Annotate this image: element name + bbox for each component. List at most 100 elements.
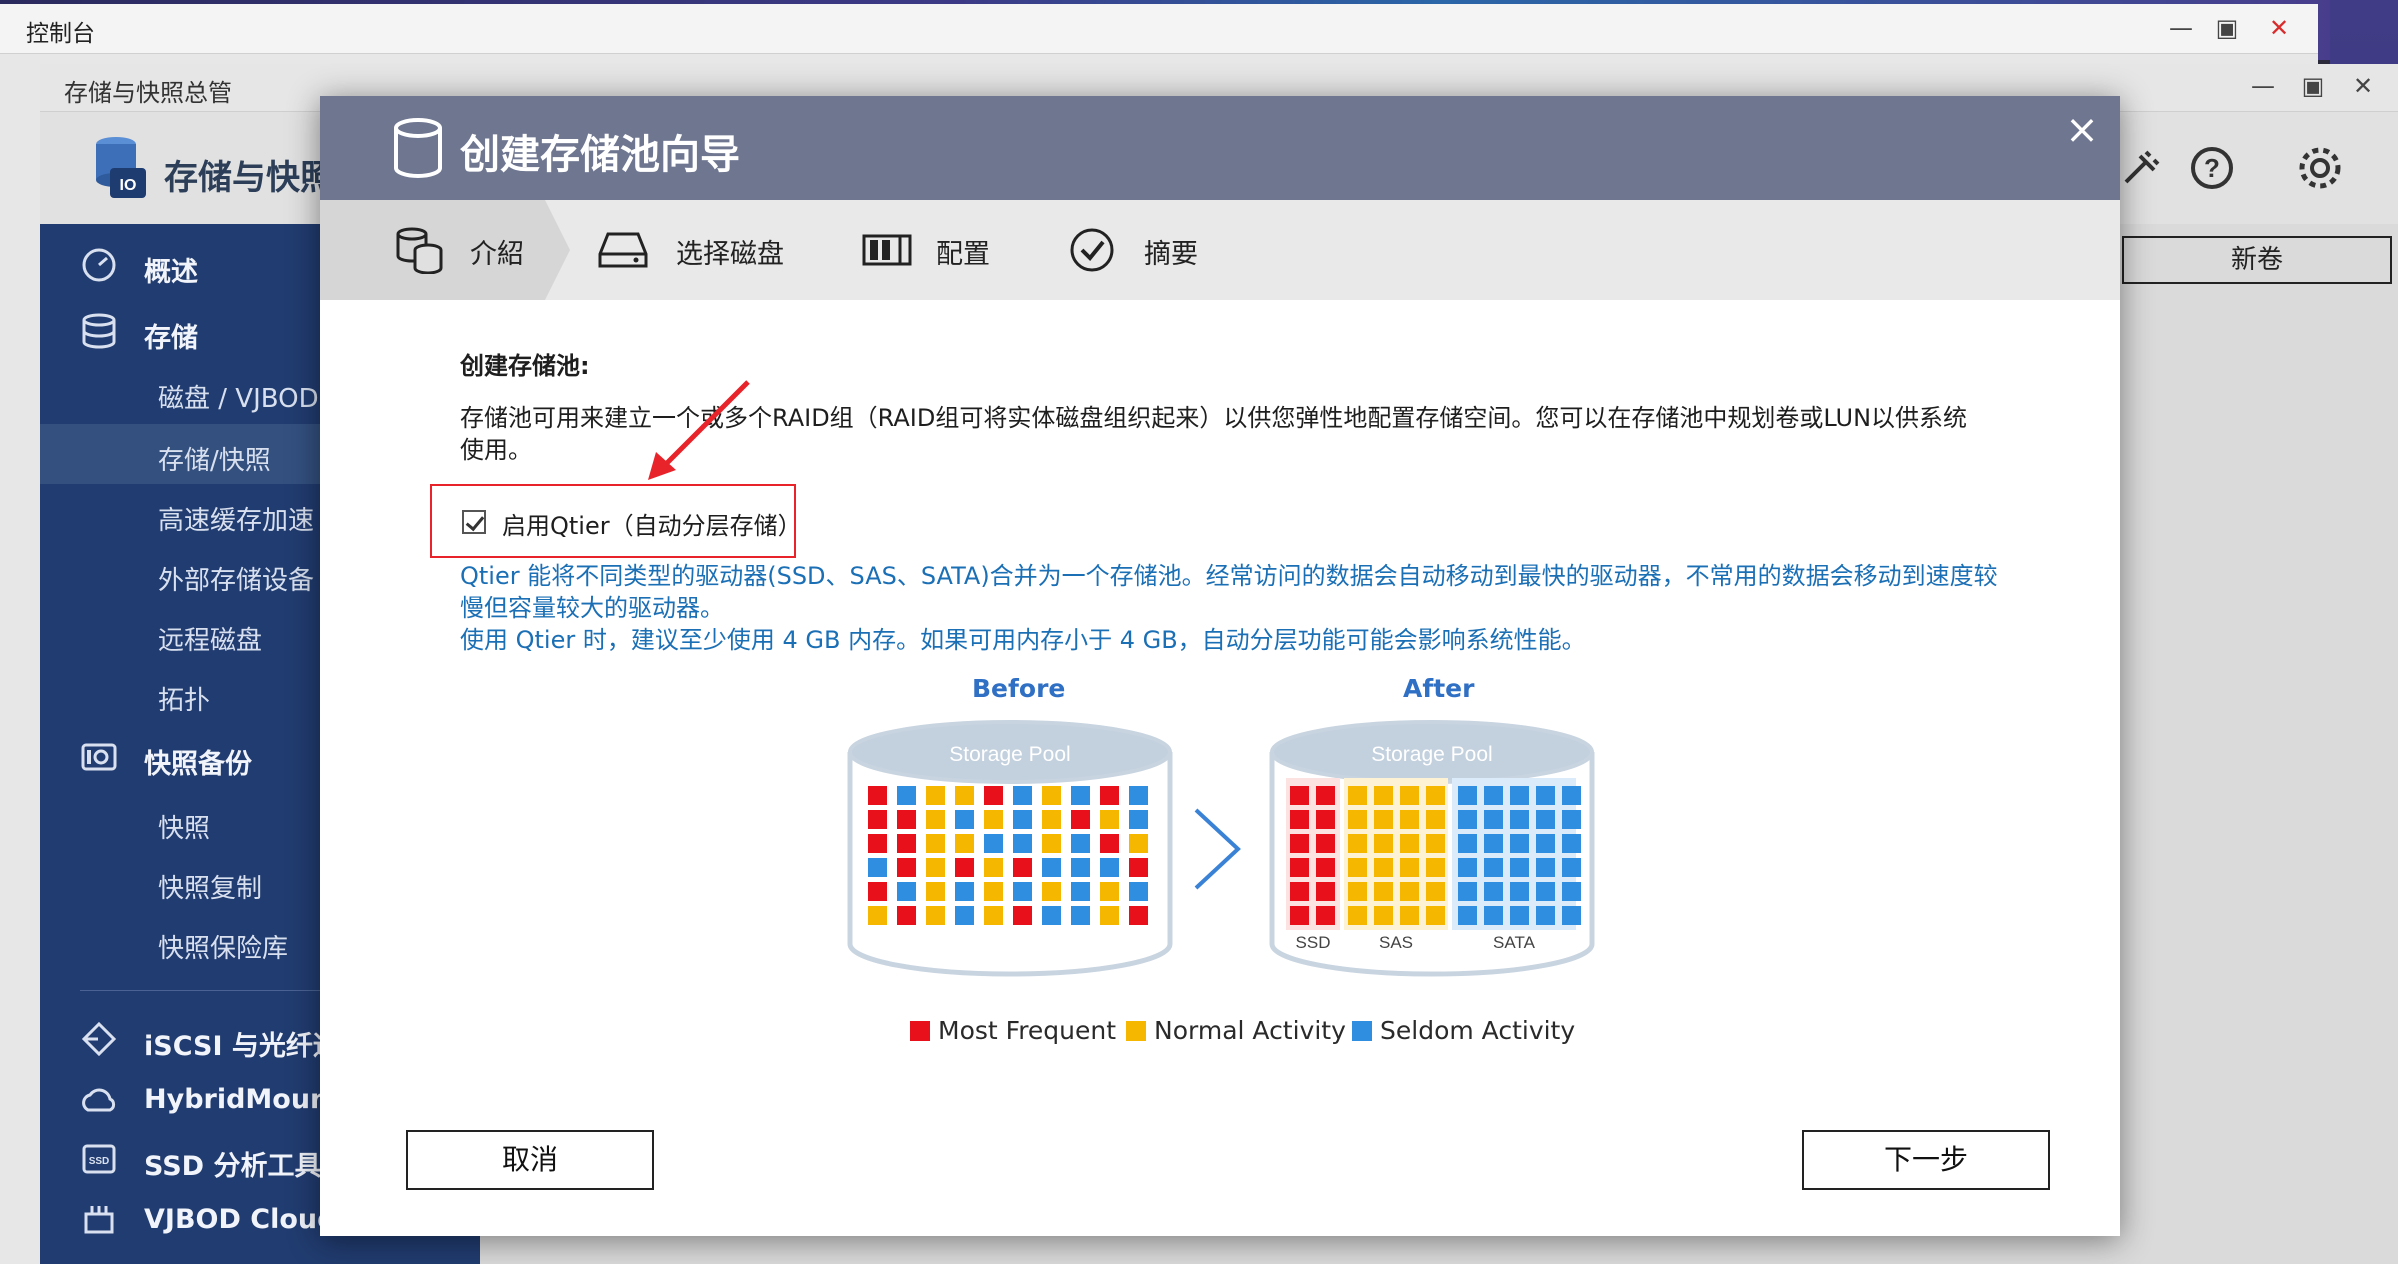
- tier-label-ssd: SSD: [1296, 933, 1331, 952]
- drive-cell: [1348, 834, 1367, 853]
- drive-cell: [1129, 834, 1148, 853]
- drive-cell: [868, 810, 887, 829]
- drive-cell: [1100, 834, 1119, 853]
- legend-swatch-blue: [1352, 1021, 1372, 1041]
- qtier-highlight-box: 启用Qtier（自动分层存储）: [430, 484, 802, 558]
- drive-cell: [1484, 810, 1503, 829]
- drive-cell: [1042, 834, 1061, 853]
- close-icon[interactable]: ×: [2060, 108, 2104, 152]
- drive-cell: [1458, 882, 1477, 901]
- drive-cell: [1071, 834, 1090, 853]
- drive-cell: [1290, 858, 1309, 877]
- drive-cell: [1042, 810, 1061, 829]
- drive-cell: [1374, 834, 1393, 853]
- drive-cell: [1100, 858, 1119, 877]
- drive-cell: [984, 906, 1003, 925]
- drive-cell: [1510, 906, 1529, 925]
- wizard-title: 创建存储池向导: [460, 132, 740, 178]
- drive-cell: [926, 858, 945, 877]
- drive-cell: [1071, 906, 1090, 925]
- drive-cell: [1426, 786, 1445, 805]
- drive-cell: [1290, 834, 1309, 853]
- drive-cell: [1562, 810, 1581, 829]
- drive-cell: [984, 858, 1003, 877]
- drive-cell: [984, 786, 1003, 805]
- drive-cell: [1316, 786, 1335, 805]
- wizard-steps: 介紹 选择磁盘 配置 摘要: [320, 200, 2120, 300]
- drive-cell: [1458, 906, 1477, 925]
- qtier-checkbox[interactable]: [462, 510, 486, 534]
- drive-cell: [1374, 786, 1393, 805]
- drive-cell: [1400, 882, 1419, 901]
- drive-cell: [926, 882, 945, 901]
- drive-cell: [926, 906, 945, 925]
- storage-pool-after: Storage Pool SSD SAS SATA: [1269, 720, 1595, 977]
- drive-cell: [868, 858, 887, 877]
- app-close-icon[interactable]: ✕: [2346, 70, 2380, 102]
- drive-cell: [1458, 810, 1477, 829]
- drive-cell: [1536, 810, 1555, 829]
- drive-cell: [897, 906, 916, 925]
- drive-cell: [955, 858, 974, 877]
- drive-cell: [1316, 906, 1335, 925]
- drive-cell: [1510, 882, 1529, 901]
- step-intro: 介紹: [320, 200, 570, 300]
- chevron-right-icon: [1194, 808, 1241, 890]
- drive-cell: [1426, 906, 1445, 925]
- drive-cell: [1562, 906, 1581, 925]
- drive-cell: [984, 834, 1003, 853]
- drive-cell: [1400, 858, 1419, 877]
- red-arrow-annotation: [648, 380, 750, 480]
- step-label: 介紹: [470, 239, 524, 270]
- drive-cell: [1071, 858, 1090, 877]
- legend-label: Seldom Activity: [1380, 1016, 1576, 1045]
- drive-cell: [1484, 786, 1503, 805]
- drive-cell: [1042, 858, 1061, 877]
- create-storage-pool-wizard: 创建存储池向导 × 介紹 选择磁盘 配置 摘要 创建存储池: 存储池可用来建立一…: [320, 96, 2120, 1236]
- drive-cell: [1316, 810, 1335, 829]
- drive-cell: [1013, 858, 1032, 877]
- drive-cell: [1129, 906, 1148, 925]
- drive-cell: [1348, 858, 1367, 877]
- drive-cell: [1458, 834, 1477, 853]
- drive-cell: [955, 882, 974, 901]
- drive-cell: [1100, 882, 1119, 901]
- drive-cell: [926, 810, 945, 829]
- drive-cell: [1071, 786, 1090, 805]
- drive-cell: [868, 906, 887, 925]
- drive-cell: [1316, 858, 1335, 877]
- drive-cell: [897, 786, 916, 805]
- step-select-disks: 选择磁盘: [596, 200, 846, 300]
- check-circle-icon: [1070, 228, 1114, 272]
- drive-cell: [926, 786, 945, 805]
- legend-normal-activity: Normal Activity: [1126, 1016, 1346, 1045]
- drive-cell: [1042, 906, 1061, 925]
- legend-most-frequent: Most Frequent: [910, 1016, 1116, 1045]
- drive-cell: [1484, 858, 1503, 877]
- storage-pool-before: Storage Pool: [847, 720, 1173, 977]
- pool-label-after: Storage Pool: [1371, 743, 1492, 766]
- drive-cell: [1484, 882, 1503, 901]
- legend-swatch-yellow: [1126, 1021, 1146, 1041]
- drive-cell: [1129, 810, 1148, 829]
- drive-cell: [1426, 834, 1445, 853]
- drive-cell: [1316, 882, 1335, 901]
- drive-cell: [1510, 810, 1529, 829]
- qtier-checkbox-label[interactable]: 启用Qtier（自动分层存储）: [502, 506, 802, 541]
- intro-icon: [396, 227, 443, 274]
- cancel-button[interactable]: 取消: [406, 1130, 654, 1190]
- drive-cell: [1484, 906, 1503, 925]
- drive-cell: [1129, 882, 1148, 901]
- tier-label-sas: SAS: [1379, 933, 1413, 952]
- next-button[interactable]: 下一步: [1802, 1130, 2050, 1190]
- drive-cell: [1129, 858, 1148, 877]
- drive-cell: [1290, 786, 1309, 805]
- drive-cell: [1071, 810, 1090, 829]
- drive-cell: [1100, 786, 1119, 805]
- drive-cell: [1510, 786, 1529, 805]
- drive-cell: [1348, 810, 1367, 829]
- drive-cell: [1374, 810, 1393, 829]
- drive-cell: [1562, 882, 1581, 901]
- pool-label-before: Storage Pool: [949, 743, 1070, 766]
- legend-seldom-activity: Seldom Activity: [1352, 1016, 1575, 1045]
